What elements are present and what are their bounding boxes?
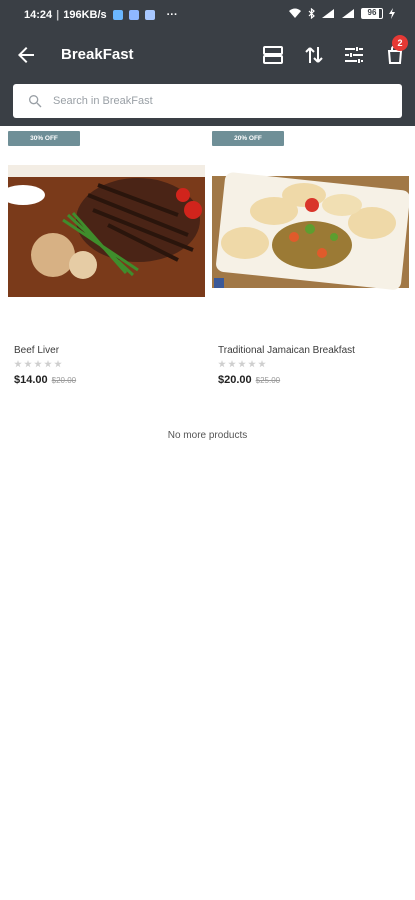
filter-icon[interactable] [342,43,366,67]
app-bar: BreakFast [0,30,415,80]
cart-count-badge: 2 [392,35,408,51]
star-icon [238,360,246,368]
search-bar-container: Search in BreakFast [0,80,415,126]
star-icon [248,360,256,368]
star-icon [34,360,42,368]
star-icon [258,360,266,368]
sort-icon[interactable] [302,43,326,67]
discount-badge: 30% OFF [8,131,80,146]
star-icon [228,360,236,368]
download-icon [112,10,123,20]
page-title: BreakFast [61,46,134,63]
view-toggle-icon[interactable] [261,43,285,67]
star-icon [24,360,32,368]
product-price: $14.00 [14,374,48,386]
search-input[interactable]: Search in BreakFast [13,84,402,118]
product-image[interactable] [8,165,205,297]
star-icon [54,360,62,368]
product-card[interactable]: 30% OFF Beef Liver $14.00 $20.00 [8,131,206,386]
signal-icon [322,9,334,18]
search-icon [28,95,42,108]
signal-icon-2 [342,9,354,18]
wifi-icon [289,8,301,18]
product-old-price: $20.00 [51,376,77,385]
product-image[interactable] [212,165,409,297]
status-bar: 14:24 | 196KB/s ··· 96 [0,0,415,30]
rating-stars [8,360,206,368]
star-icon [14,360,22,368]
status-time: 14:24 [24,9,53,21]
charging-icon [389,8,395,19]
more-notifications: ··· [166,9,178,21]
battery-icon: 96 [361,8,383,19]
discount-badge: 20% OFF [212,131,284,146]
search-placeholder: Search in BreakFast [53,95,153,107]
star-icon [218,360,226,368]
product-name[interactable]: Traditional Jamaican Breakfast [212,345,410,356]
star-icon [44,360,52,368]
rating-stars [212,360,410,368]
message-icon [144,10,155,20]
product-card[interactable]: 20% OFF Traditional Jamaican Breakfast $… [212,131,410,386]
product-old-price: $25.00 [255,376,281,385]
product-price: $20.00 [218,374,252,386]
product-name[interactable]: Beef Liver [8,345,206,356]
app-notification-icon [128,10,139,20]
bluetooth-icon [308,8,315,19]
back-arrow-icon[interactable] [14,43,38,67]
end-of-list-message: No more products [167,430,248,441]
status-speed: 196KB/s [63,9,107,21]
